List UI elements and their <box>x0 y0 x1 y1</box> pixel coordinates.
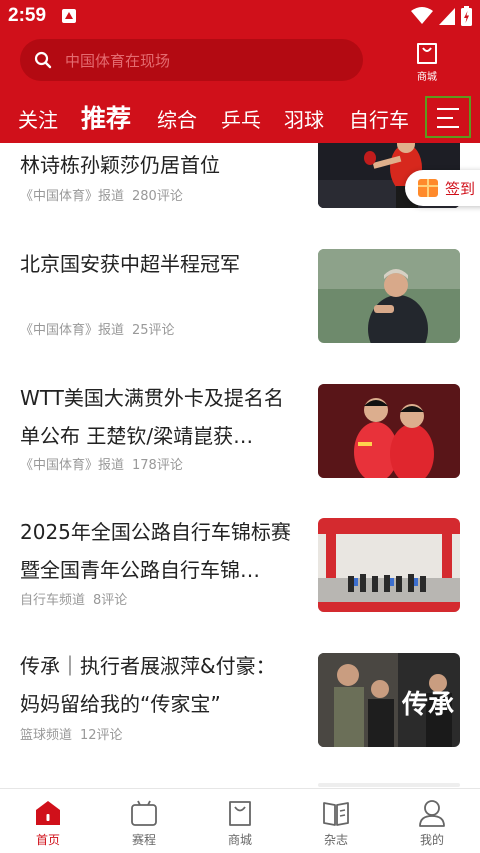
article-item[interactable]: 北京国安获中超半程冠军 《中国体育》报道 25评论 <box>0 238 480 358</box>
status-bar: 2:59 <box>0 0 480 32</box>
tab-cycling[interactable]: 自行车 <box>349 104 409 133</box>
cell-signal-icon <box>439 8 455 25</box>
article-comments: 8评论 <box>93 593 128 608</box>
article-item[interactable]: 传承｜执行者展淑萍&付豪：妈妈留给我的“传家宝” 篮球频道 12评论 传承 <box>0 643 480 763</box>
article-thumbnail: 传承 <box>318 653 460 747</box>
search-bar[interactable]: 中国体育在现场 <box>20 39 363 81</box>
article-source: 自行车频道 <box>20 593 86 608</box>
next-item-thumbnail-edge <box>318 783 460 787</box>
article-source: 《中国体育》报道 <box>20 458 125 473</box>
nav-schedule[interactable]: 赛程 <box>96 789 192 853</box>
article-item[interactable]: 2025年全国公路自行车锦标赛暨全国青年公路自行车锦… 自行车频道 8评论 <box>0 508 480 628</box>
nav-home-label: 首页 <box>35 833 60 847</box>
channel-menu-button[interactable] <box>425 96 471 138</box>
nav-magazine-label: 杂志 <box>323 833 348 847</box>
article-source: 《中国体育》报道 <box>20 189 125 204</box>
article-comments: 12评论 <box>80 728 123 743</box>
signin-label: 签到 <box>445 180 476 198</box>
article-meta: 篮球频道 12评论 <box>20 724 131 743</box>
article-thumbnail <box>318 384 460 478</box>
thumbnail-calligraphy: 传承 <box>401 690 454 720</box>
profile-icon <box>419 800 445 827</box>
battery-icon <box>461 6 472 26</box>
search-icon <box>34 51 52 69</box>
article-title: 2025年全国公路自行车锦标赛暨全国青年公路自行车锦… <box>20 520 291 582</box>
news-feed[interactable]: 林诗栋孙颖莎仍居首位 《中国体育》报道 280评论 北京国安获中超半程冠军 《中国… <box>0 143 480 788</box>
article-title: WTT美国大满贯外卡及提名名单公布 王楚钦/梁靖崑获… <box>20 386 284 448</box>
bottom-navigation: 首页 赛程 商城 杂志 我的 <box>0 788 480 853</box>
magazine-icon <box>323 802 349 826</box>
tab-recommend[interactable]: 推荐 <box>81 99 131 135</box>
nav-mall-label: 商城 <box>227 833 252 847</box>
article-title: 传承｜执行者展淑萍&付豪：妈妈留给我的“传家宝” <box>20 654 276 716</box>
schedule-icon <box>131 800 157 826</box>
article-thumbnail <box>318 249 460 343</box>
article-title: 林诗栋孙颖莎仍居首位 <box>20 153 220 177</box>
mall-label: 商城 <box>417 72 437 83</box>
article-meta: 《中国体育》报道 25评论 <box>20 319 183 338</box>
article-comments: 280评论 <box>132 189 183 204</box>
status-icons <box>411 6 472 26</box>
nav-mall[interactable]: 商城 <box>192 789 288 853</box>
status-time: 2:59 <box>8 5 47 26</box>
article-item[interactable]: WTT美国大满贯外卡及提名名单公布 王楚钦/梁靖崑获… 《中国体育》报道 178评… <box>0 373 480 493</box>
article-source: 篮球频道 <box>20 728 73 743</box>
nav-schedule-label: 赛程 <box>131 833 156 847</box>
article-thumbnail <box>318 518 460 612</box>
article-meta: 《中国体育》报道 280评论 <box>20 185 191 204</box>
signin-button[interactable]: 签到 <box>405 170 480 206</box>
wifi-icon <box>411 7 433 24</box>
nav-profile-label: 我的 <box>419 833 444 847</box>
tab-follow[interactable]: 关注 <box>18 104 58 133</box>
tab-badminton[interactable]: 羽球 <box>284 104 324 133</box>
shopping-bag-icon <box>229 801 251 826</box>
notification-app-icon <box>62 9 76 23</box>
tab-general[interactable]: 综合 <box>157 104 197 133</box>
mall-button[interactable]: 商城 <box>403 40 451 84</box>
nav-magazine[interactable]: 杂志 <box>288 789 384 853</box>
nav-profile[interactable]: 我的 <box>384 789 480 853</box>
tab-table-tennis[interactable]: 乒乓 <box>221 104 261 133</box>
nav-home[interactable]: 首页 <box>0 789 96 853</box>
home-icon <box>36 801 60 825</box>
article-title: 北京国安获中超半程冠军 <box>20 252 240 276</box>
article-source: 《中国体育》报道 <box>20 323 125 338</box>
gift-icon <box>418 179 438 197</box>
article-meta: 自行车频道 8评论 <box>20 589 135 608</box>
article-meta: 《中国体育》报道 178评论 <box>20 454 191 473</box>
shopping-bag-icon <box>417 43 437 64</box>
app-header: 2:59 中国体育在现场 商城 关注 推荐 综合 乒乓 羽球 自行车 <box>0 0 480 143</box>
article-comments: 25评论 <box>132 323 175 338</box>
channel-tabs: 关注 推荐 综合 乒乓 羽球 自行车 <box>0 96 480 140</box>
search-input[interactable]: 中国体育在现场 <box>65 50 170 71</box>
article-comments: 178评论 <box>132 458 183 473</box>
